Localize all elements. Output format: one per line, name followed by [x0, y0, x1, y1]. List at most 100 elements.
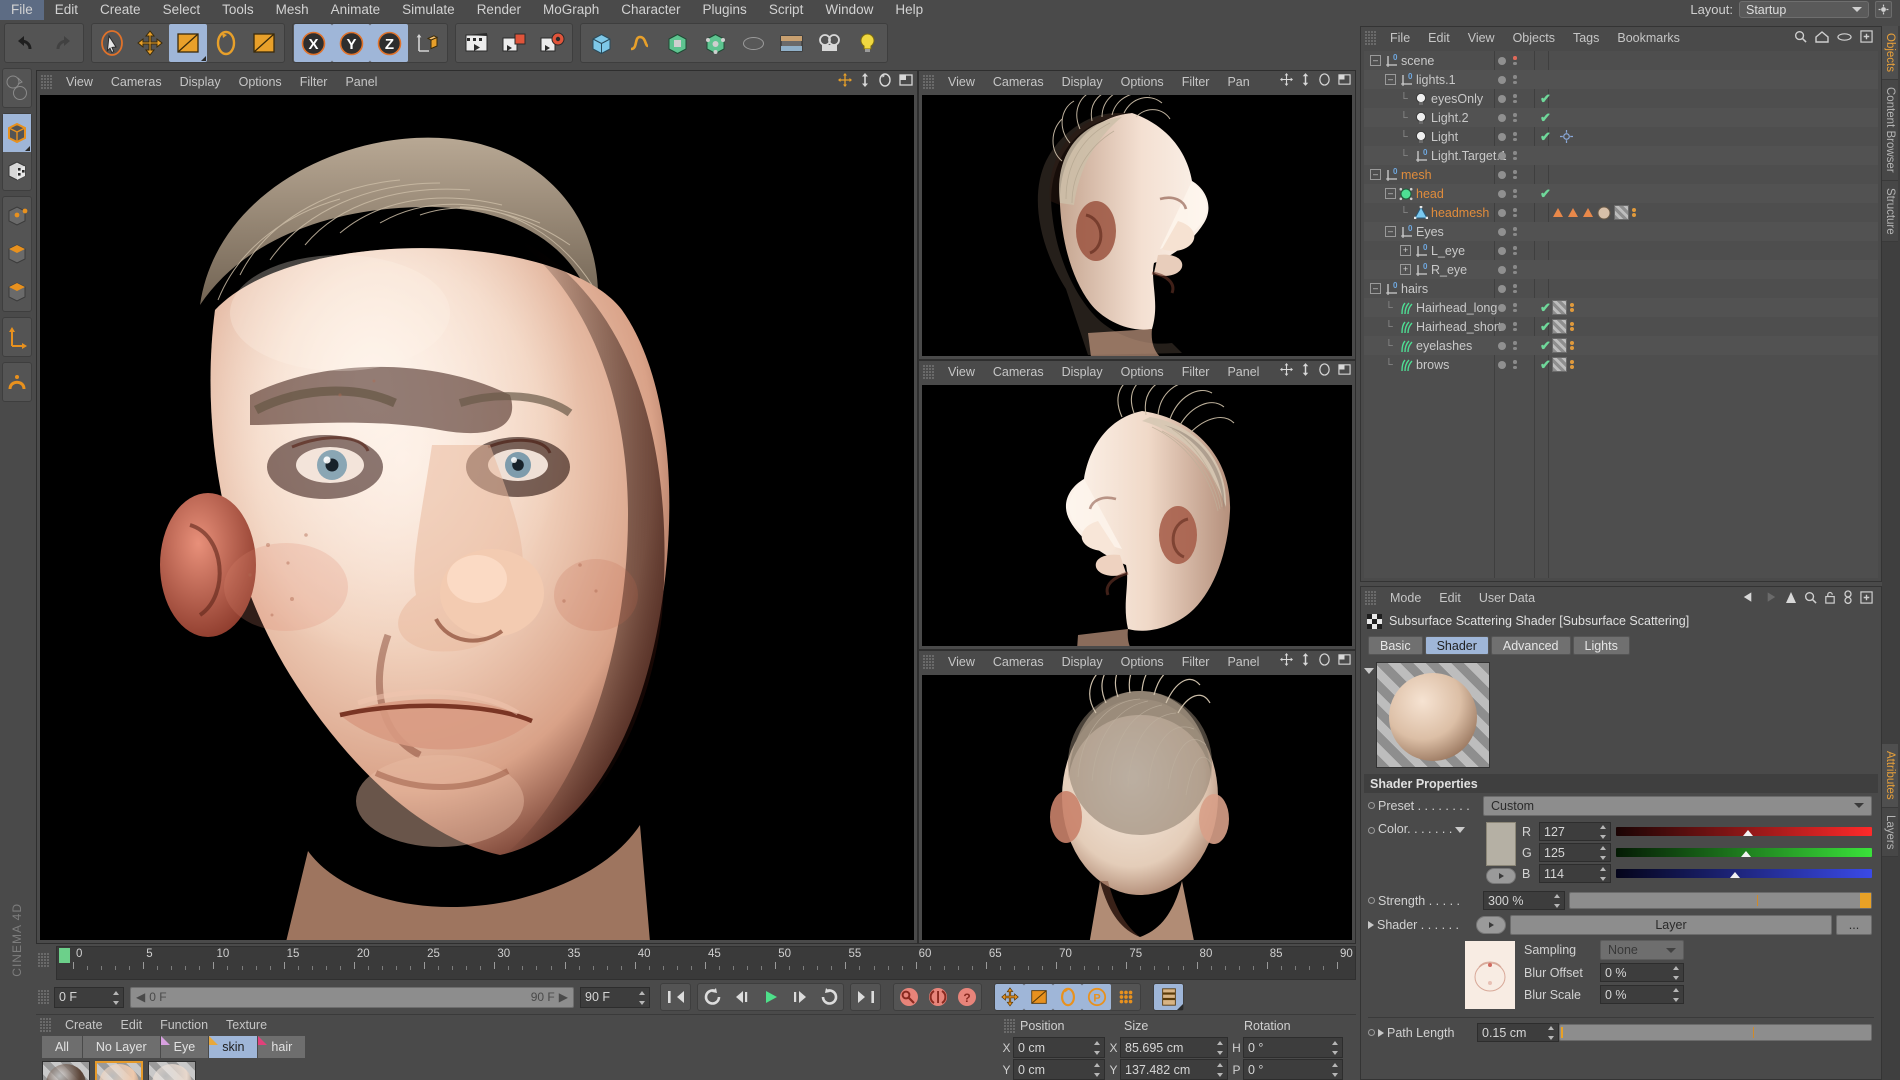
object-menu-bookmarks[interactable]: Bookmarks [1608, 28, 1689, 48]
layout-dropdown[interactable]: Startup [1739, 1, 1869, 18]
object-menu-objects[interactable]: Objects [1504, 28, 1564, 48]
render-visibility-dots[interactable] [1513, 56, 1517, 65]
zoom-view-icon[interactable] [1300, 653, 1311, 666]
scale-record-icon[interactable] [1024, 984, 1053, 1010]
object-menu-view[interactable]: View [1459, 28, 1504, 48]
channel-handle-icon[interactable] [1730, 872, 1741, 878]
world-axis-button[interactable] [408, 24, 446, 62]
channel-stepper-icon[interactable] [1600, 846, 1607, 860]
animate-dot-icon[interactable] [1368, 897, 1375, 904]
path-length-stepper-icon[interactable] [1548, 1026, 1555, 1040]
render-to-picture-viewer-button[interactable] [495, 24, 533, 62]
render-visibility-dots[interactable] [1513, 341, 1517, 350]
material-menu-create[interactable]: Create [56, 1015, 112, 1035]
object-row-l-eye[interactable]: +0 L_eye [1364, 241, 1878, 260]
viewport-left-canvas[interactable] [922, 385, 1352, 646]
end-frame-field[interactable]: 90 F [580, 986, 650, 1008]
viewport-back[interactable]: View Cameras Display Options Filter Panel [918, 650, 1356, 944]
editor-visibility-dot[interactable] [1498, 227, 1506, 236]
viewport-menu-cameras[interactable]: Cameras [984, 362, 1053, 382]
add-icon[interactable] [1860, 590, 1873, 604]
step-forward-button[interactable] [785, 984, 814, 1010]
range-start-caret-icon[interactable]: ◀ [136, 990, 145, 1004]
rotation-record-icon[interactable] [1053, 984, 1082, 1010]
stepper-icon[interactable] [1217, 1041, 1224, 1055]
rotation-field[interactable]: 0 ° [1243, 1059, 1343, 1080]
nurbs-button[interactable] [658, 24, 696, 62]
collapse-expander-icon[interactable]: – [1385, 188, 1396, 199]
attributes-tab-lights[interactable]: Lights [1572, 636, 1630, 655]
undo-button[interactable] [6, 24, 44, 62]
maximize-view-icon[interactable] [1338, 363, 1351, 376]
viewport-right[interactable]: View Cameras Display Options Filter Pan [918, 70, 1356, 360]
render-settings-button[interactable] [533, 24, 571, 62]
viewport-menu-view[interactable]: View [939, 652, 984, 672]
viewport-menu-panel[interactable]: Panel [336, 72, 386, 92]
visibility-dots[interactable] [1498, 70, 1534, 89]
animate-dot-icon[interactable] [1368, 1029, 1375, 1036]
render-visibility-dots[interactable] [1513, 284, 1517, 293]
eye-material[interactable] [148, 1061, 196, 1080]
size-field[interactable]: 137.482 cm [1120, 1059, 1228, 1080]
lock-icon[interactable] [1824, 591, 1836, 604]
add-layout-icon[interactable] [1860, 30, 1873, 43]
menu-edit[interactable]: Edit [44, 0, 89, 20]
channel-stepper-icon[interactable] [1600, 825, 1607, 839]
visibility-dots[interactable] [1498, 336, 1534, 355]
enable-snap-button[interactable] [3, 363, 31, 401]
back-arrow-icon[interactable] [1741, 591, 1756, 603]
position-field[interactable]: 0 cm [1013, 1059, 1105, 1080]
render-visibility-dots[interactable] [1513, 265, 1517, 274]
timeline-ruler[interactable]: 0 5 10 15 20 25 30 35 40 45 50 55 60 65 70 75 80 85 90 [56, 946, 1356, 980]
menu-window[interactable]: Window [814, 0, 884, 20]
channel-b-field[interactable]: 114 [1539, 864, 1611, 883]
viewport-menu-view[interactable]: View [939, 362, 984, 382]
editor-visibility-dot[interactable] [1498, 170, 1506, 179]
rotate-view-icon[interactable] [878, 73, 892, 87]
visibility-dots[interactable] [1498, 89, 1534, 108]
channel-g-field[interactable]: 125 [1539, 843, 1611, 862]
render-visibility-dots[interactable] [1513, 208, 1517, 217]
visibility-dots[interactable] [1498, 241, 1534, 260]
render-visibility-dots[interactable] [1513, 303, 1517, 312]
viewport-menu-panel[interactable]: Panel [1218, 362, 1268, 382]
collapse-expander-icon[interactable]: – [1370, 169, 1381, 180]
editor-visibility-dot[interactable] [1498, 151, 1506, 160]
search-icon[interactable] [1804, 591, 1817, 604]
rotation-field[interactable]: 0 ° [1243, 1037, 1343, 1058]
collapse-expander-icon[interactable]: – [1370, 55, 1381, 66]
vertical-tab-structure[interactable]: Structure [1882, 180, 1898, 243]
transport-grip-icon[interactable] [38, 990, 50, 1004]
menu-animate[interactable]: Animate [320, 0, 392, 20]
expand-expander-icon[interactable]: + [1400, 264, 1411, 275]
editor-visibility-dot[interactable] [1498, 322, 1506, 331]
visibility-dots[interactable] [1498, 108, 1534, 127]
object-row-hairhead-short[interactable]: └ Hairhead_short ✔ [1364, 317, 1878, 336]
menu-simulate[interactable]: Simulate [391, 0, 466, 20]
viewport-menu-display[interactable]: Display [1053, 72, 1112, 92]
enabled-check-icon[interactable]: ✔ [1540, 186, 1551, 202]
step-back-button[interactable] [727, 984, 756, 1010]
panel-grip-icon[interactable] [1365, 590, 1377, 605]
cube-primitive-button[interactable] [582, 24, 620, 62]
timeline-grip-icon[interactable] [38, 953, 50, 967]
object-menu-tags[interactable]: Tags [1564, 28, 1608, 48]
material-tag[interactable] [1597, 206, 1611, 220]
deformer-button[interactable] [734, 24, 772, 62]
render-visibility-dots[interactable] [1513, 246, 1517, 255]
object-row-eyes[interactable]: – 0 Eyes [1364, 222, 1878, 241]
menu-character[interactable]: Character [610, 0, 691, 20]
sampling-dropdown[interactable]: None [1600, 940, 1684, 960]
point-mode-button[interactable] [3, 197, 31, 235]
magnet-tool-button[interactable] [245, 24, 283, 62]
target-tag[interactable] [1560, 130, 1573, 143]
object-row-lights-1[interactable]: – 0 lights.1 [1364, 70, 1878, 89]
vertical-tab-objects[interactable]: Objects [1882, 26, 1898, 80]
attributes-menu-mode[interactable]: Mode [1381, 588, 1430, 608]
previous-key-button[interactable] [698, 984, 727, 1010]
visibility-dots[interactable] [1498, 146, 1534, 165]
range-end-caret-icon[interactable]: ▶ [559, 990, 568, 1004]
stepper-icon[interactable] [1094, 1041, 1101, 1055]
render-visibility-dots[interactable] [1513, 151, 1517, 160]
expand-triangle-icon[interactable] [1378, 1028, 1384, 1037]
